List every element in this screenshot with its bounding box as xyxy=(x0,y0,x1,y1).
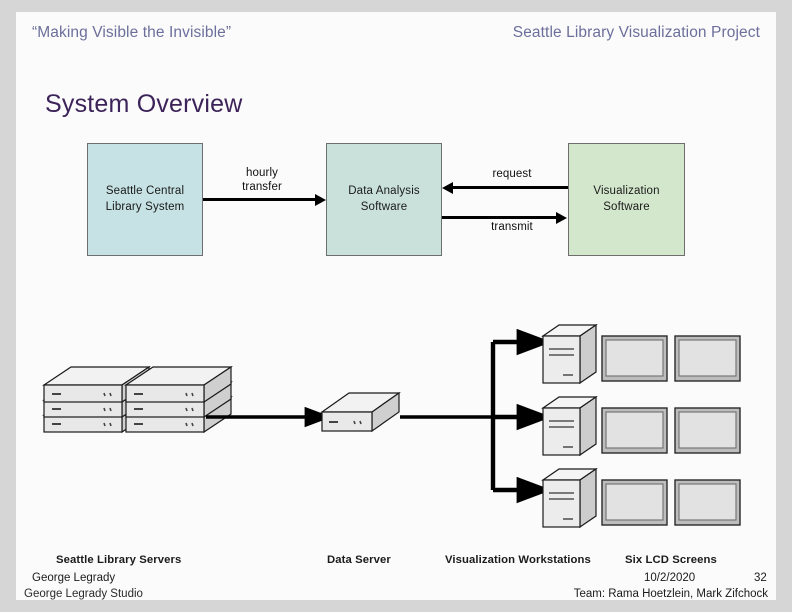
arrow-line-hourly-transfer xyxy=(203,198,316,201)
lcd-screen-5 xyxy=(601,479,668,526)
header-right-title: Seattle Library Visualization Project xyxy=(512,24,760,41)
flow-box-library-system: Seattle Central Library System xyxy=(87,143,203,256)
arrow-label-request-text: request xyxy=(492,168,532,180)
footer-team-credits: Team: Rama Hoetzlein, Mark Zifchock xyxy=(573,588,768,600)
lcd-screen-grid xyxy=(601,335,741,526)
distribution-bracket xyxy=(400,328,552,504)
flow-box-visualization: Visualization Software xyxy=(568,143,685,256)
flow-box-library-line2: Library System xyxy=(105,200,185,213)
lcd-screen-4 xyxy=(674,407,741,454)
flow-box-visual-line1: Visualization xyxy=(593,185,660,198)
caption-data-server: Data Server xyxy=(327,554,391,566)
caption-seattle-library-servers: Seattle Library Servers xyxy=(56,554,182,566)
arrow-line-transmit xyxy=(442,216,557,219)
flow-box-analysis-line1: Data Analysis xyxy=(348,185,420,198)
slide-canvas: “Making Visible the Invisible” Seattle L… xyxy=(16,12,776,600)
footer-author-name: George Legrady xyxy=(32,572,116,584)
workstation-tower-1 xyxy=(541,323,598,385)
footer-page-number: 32 xyxy=(754,572,767,584)
lcd-screen-3 xyxy=(601,407,668,454)
flow-box-analysis-line2: Software xyxy=(360,200,408,213)
arrow-head-request xyxy=(442,181,453,194)
flow-box-data-analysis: Data Analysis Software xyxy=(326,143,442,256)
arrow-head-hourly-transfer xyxy=(315,193,326,206)
workstation-tower-2 xyxy=(541,395,598,457)
arrow-label-hourly-line2: transfer xyxy=(242,181,282,194)
flow-box-visual-line2: Software xyxy=(603,200,650,213)
footer-date: 10/2/2020 xyxy=(644,572,696,584)
lcd-screen-2 xyxy=(674,335,741,382)
data-server-unit xyxy=(320,391,401,433)
caption-six-lcd-screens: Six LCD Screens xyxy=(625,554,717,566)
arrow-label-transmit-text: transmit xyxy=(491,221,533,233)
arrow-label-hourly-transfer: hourly transfer xyxy=(221,166,303,195)
footer-studio-name: George Legrady Studio xyxy=(24,588,143,600)
lcd-screen-6 xyxy=(674,479,741,526)
arrow-label-request: request xyxy=(479,167,545,181)
arrow-head-transmit xyxy=(556,211,567,224)
lcd-screen-1 xyxy=(601,335,668,382)
server-stack-seattle-library xyxy=(42,365,233,434)
arrow-line-request xyxy=(453,186,568,189)
arrow-label-hourly-line1: hourly xyxy=(246,167,278,179)
caption-visualization-workstations: Visualization Workstations xyxy=(445,554,591,566)
arrow-label-transmit: transmit xyxy=(476,220,548,234)
flow-box-library-line1: Seattle Central xyxy=(105,185,185,198)
header-left-title: “Making Visible the Invisible” xyxy=(32,24,232,41)
page-title: System Overview xyxy=(45,90,243,118)
workstation-tower-3 xyxy=(541,467,598,529)
